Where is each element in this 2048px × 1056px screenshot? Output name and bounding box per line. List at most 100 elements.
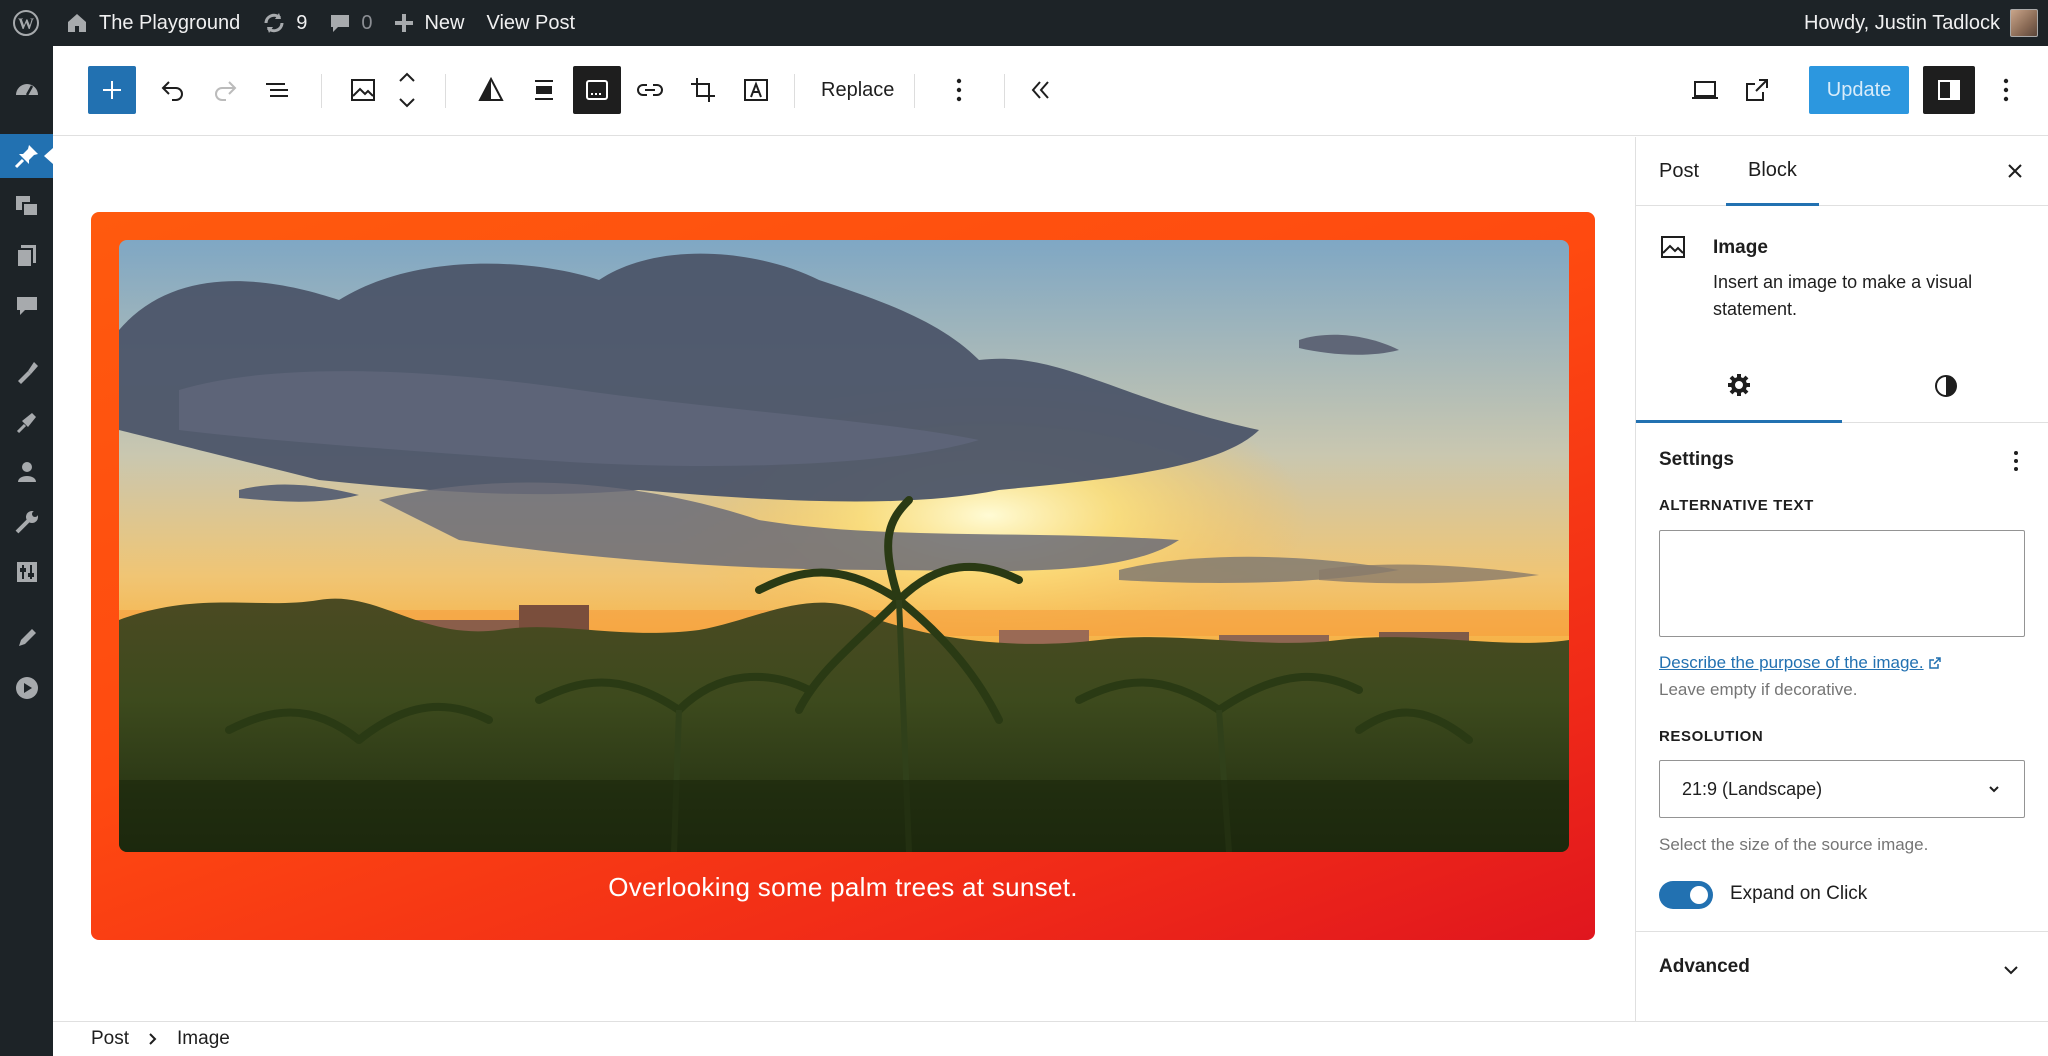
- text-over-image-icon: [744, 79, 768, 101]
- gear-icon: [1728, 373, 1750, 396]
- update-button[interactable]: Update: [1809, 66, 1909, 114]
- menu-media-player[interactable]: [0, 666, 53, 710]
- more-vertical-icon: [956, 78, 962, 102]
- menu-comments[interactable]: [0, 284, 53, 328]
- menu-users[interactable]: [0, 450, 53, 494]
- tab-styles[interactable]: [1843, 349, 2048, 423]
- resolution-help: Select the size of the source image.: [1659, 835, 1929, 854]
- menu-edit[interactable]: [0, 616, 53, 660]
- menu-plugins[interactable]: [0, 400, 53, 444]
- tools-icon: [15, 511, 38, 534]
- list-view-icon: [266, 83, 288, 97]
- tab-post[interactable]: Post: [1659, 137, 1699, 206]
- add-block-button[interactable]: [88, 66, 136, 114]
- redo-button[interactable]: [201, 66, 249, 114]
- users-icon: [17, 462, 36, 482]
- alt-text-help-link-label: Describe the purpose of the image.: [1659, 653, 1924, 672]
- site-name-link[interactable]: The Playground: [54, 0, 251, 46]
- undo-button[interactable]: [149, 66, 197, 114]
- edit-icon: [18, 629, 36, 646]
- dashboard-icon: [15, 84, 38, 96]
- options-menu-button[interactable]: [1982, 66, 2030, 114]
- comments-icon: [16, 297, 37, 315]
- collapse-toolbar-button[interactable]: [1017, 66, 1065, 114]
- desktop-icon: [1692, 81, 1718, 99]
- settings-toggle-button[interactable]: [1923, 66, 1975, 114]
- breadcrumb-image[interactable]: Image: [177, 1028, 230, 1050]
- comment-icon: [331, 15, 350, 32]
- plus-icon: [395, 14, 414, 32]
- play-icon: [15, 677, 38, 699]
- alt-text-input[interactable]: [1659, 530, 2025, 637]
- alt-text-label: ALTERNATIVE TEXT: [1659, 497, 1814, 514]
- settings-panel-title: Settings: [1659, 449, 1734, 470]
- document-overview-button[interactable]: [253, 66, 301, 114]
- menu-settings[interactable]: [0, 550, 53, 594]
- account-menu[interactable]: Howdy, Justin Tadlock: [1804, 0, 2038, 46]
- comments-link[interactable]: 0: [318, 0, 383, 46]
- breadcrumb-post[interactable]: Post: [91, 1028, 129, 1050]
- crop-button[interactable]: [679, 66, 727, 114]
- inspector-tabs: [1636, 349, 2048, 423]
- duotone-icon: [478, 76, 504, 101]
- expand-on-click-label: Expand on Click: [1730, 883, 1868, 904]
- advanced-panel-toggle[interactable]: Advanced: [1636, 931, 2048, 1005]
- image-block[interactable]: Overlooking some palm trees at sunset.: [91, 212, 1595, 940]
- view-post-button[interactable]: [1733, 66, 1781, 114]
- admin-bar: W The Playground 9 0 New View Post Howdy…: [0, 0, 2048, 46]
- move-block-button[interactable]: [383, 66, 431, 114]
- updates-link[interactable]: 9: [251, 0, 318, 46]
- block-type-button[interactable]: [339, 66, 387, 114]
- apply-duotone-button[interactable]: [467, 66, 515, 114]
- block-title: Image: [1713, 237, 1768, 258]
- resolution-label: RESOLUTION: [1659, 728, 1764, 745]
- menu-tools[interactable]: [0, 500, 53, 544]
- more-vertical-icon: [2003, 78, 2009, 102]
- sunset-palm-trees-image: [119, 240, 1569, 852]
- menu-appearance[interactable]: [0, 350, 53, 394]
- expand-on-click-toggle[interactable]: [1659, 881, 1713, 909]
- settings-sidebar: Post Block Image Insert an image to make…: [1635, 137, 2048, 1021]
- tab-block[interactable]: Block: [1726, 137, 1819, 206]
- alt-text-help-link[interactable]: Describe the purpose of the image.: [1659, 653, 1942, 673]
- toolbar-separator: [1004, 74, 1005, 108]
- editor-toolbar: Replace Update: [53, 46, 2048, 136]
- image-icon: [1661, 236, 1685, 258]
- external-link-icon: [1746, 79, 1768, 101]
- appearance-icon: [17, 362, 38, 384]
- settings-panel-options-button[interactable]: [2012, 449, 2020, 473]
- link-button[interactable]: [626, 66, 674, 114]
- caption-button[interactable]: [573, 66, 621, 114]
- toolbar-separator: [914, 74, 915, 108]
- view-post-link[interactable]: View Post: [475, 0, 586, 46]
- wordpress-logo-button[interactable]: W: [0, 0, 54, 46]
- menu-pages[interactable]: [0, 234, 53, 278]
- menu-posts[interactable]: [0, 134, 53, 178]
- sunset-image[interactable]: [119, 240, 1569, 852]
- text-overlay-button[interactable]: [732, 66, 780, 114]
- preview-button[interactable]: [1681, 66, 1729, 114]
- crop-icon: [691, 78, 715, 102]
- plugins-icon: [16, 413, 36, 434]
- new-content-link[interactable]: New: [383, 0, 475, 46]
- tab-settings[interactable]: [1636, 349, 1842, 423]
- comments-count: 0: [361, 11, 373, 34]
- resolution-select[interactable]: 21:9 (Landscape): [1659, 760, 2025, 818]
- wordpress-icon: W: [13, 10, 39, 36]
- external-link-icon: [1928, 657, 1941, 669]
- image-icon: [351, 79, 375, 101]
- block-options-button[interactable]: [935, 66, 983, 114]
- replace-button[interactable]: Replace: [809, 66, 906, 114]
- undo-icon: [161, 81, 183, 101]
- site-name: The Playground: [99, 11, 241, 34]
- editor-canvas: Overlooking some palm trees at sunset.: [53, 137, 1635, 1021]
- avatar: [2010, 9, 2038, 37]
- menu-dashboard[interactable]: [0, 68, 53, 112]
- align-button[interactable]: [520, 66, 568, 114]
- image-caption[interactable]: Overlooking some palm trees at sunset.: [91, 872, 1595, 903]
- resolution-value: 21:9 (Landscape): [1682, 778, 1823, 799]
- styles-icon: [1935, 375, 1957, 397]
- menu-media[interactable]: [0, 184, 53, 228]
- media-icon: [15, 196, 39, 217]
- close-sidebar-button[interactable]: [2003, 159, 2027, 183]
